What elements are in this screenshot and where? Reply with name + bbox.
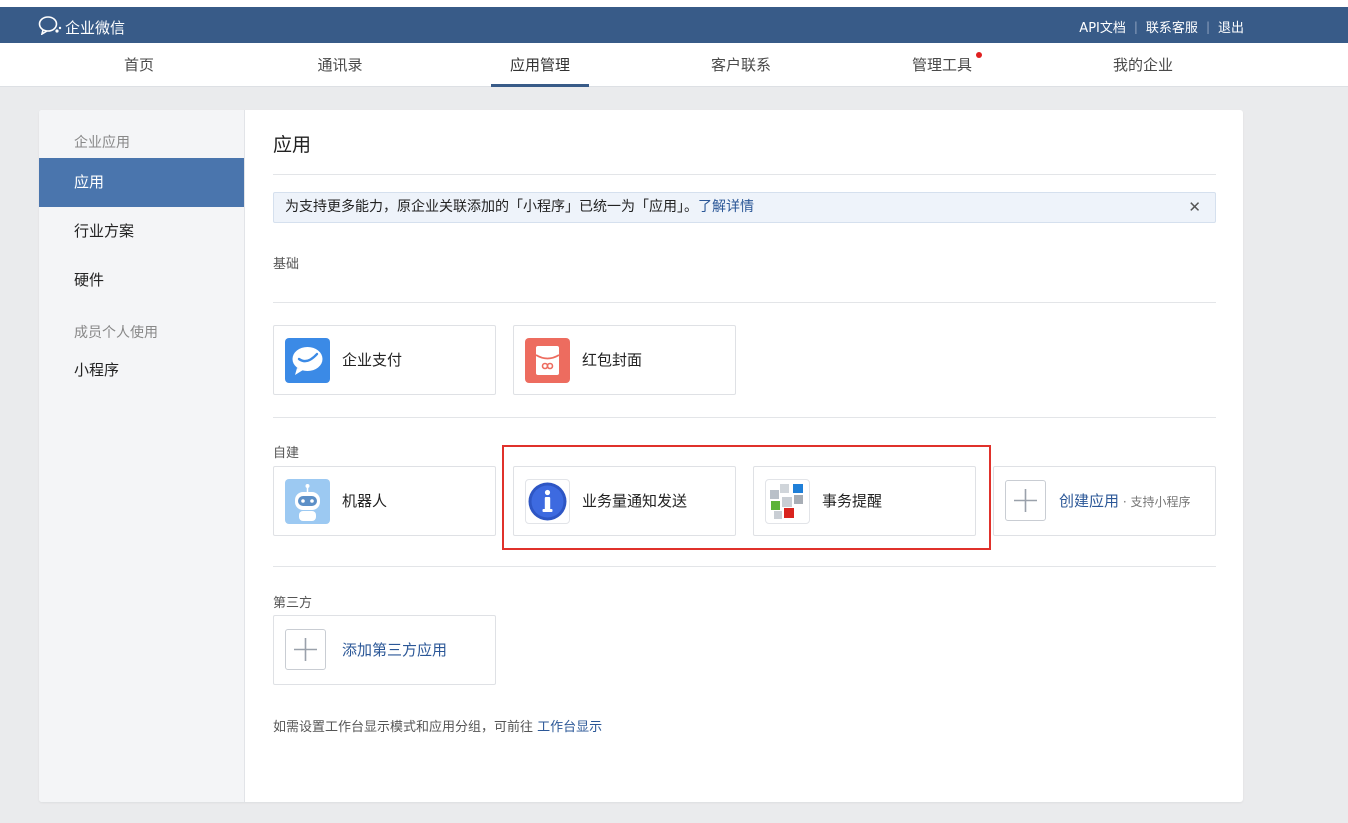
learn-more-link[interactable]: 了解详情 [698, 199, 754, 215]
app-business-volume-notification[interactable]: 业务量通知发送 [513, 466, 736, 536]
notice-banner: 为支持更多能力，原企业关联添加的「小程序」已统一为「应用」。了解详情 ✕ [273, 192, 1216, 223]
create-app-label: 创建应用 · 支持小程序 [1059, 467, 1190, 536]
app-red-packet-cover[interactable]: 红包封面 [513, 325, 736, 395]
plus-icon [1005, 480, 1046, 521]
wecom-logo-icon [38, 15, 65, 39]
add-third-party-label: 添加第三方应用 [342, 641, 448, 659]
notice-text: 为支持更多能力，原企业关联添加的「小程序」已统一为「应用」。 [285, 199, 698, 215]
divider [273, 302, 1216, 303]
divider [273, 417, 1216, 418]
logo[interactable]: 企业微信 [38, 15, 125, 39]
app-name: 机器人 [342, 492, 388, 510]
nav-my-enterprise[interactable]: 我的企业 [1094, 43, 1192, 87]
create-app-button[interactable]: 创建应用 · 支持小程序 [993, 466, 1216, 536]
divider: | [1133, 19, 1138, 34]
plus-icon [285, 629, 326, 670]
top-bar: 企业微信 API文档 | 联系客服 | 退出 [0, 7, 1348, 43]
app-name: 红包封面 [582, 351, 643, 369]
logout-link[interactable]: 退出 [1218, 17, 1244, 36]
enterprise-payment-icon [285, 338, 330, 383]
app-robot[interactable]: 机器人 [273, 466, 496, 536]
create-app-text: 创建应用 [1059, 492, 1120, 510]
workbench-display-link[interactable]: 工作台显示 [537, 720, 602, 735]
footer-text: 如需设置工作台显示模式和应用分组，可前往 [273, 720, 534, 735]
robot-icon [285, 479, 330, 524]
sidebar-group-personal-use: 成员个人使用 [74, 325, 158, 341]
top-strip [0, 0, 1348, 7]
nav-customer-contact[interactable]: 客户联系 [692, 43, 790, 87]
main-nav: 首页 通讯录 应用管理 客户联系 管理工具 我的企业 [0, 43, 1348, 87]
sidebar-item-apps[interactable]: 应用 [39, 158, 244, 207]
section-custom-label: 自建 [273, 446, 300, 461]
app-name: 业务量通知发送 [582, 492, 688, 510]
info-icon [525, 479, 570, 524]
section-third-party-label: 第三方 [273, 596, 313, 611]
divider: | [1205, 19, 1210, 34]
red-packet-icon [525, 338, 570, 383]
page-title: 应用 [273, 134, 312, 156]
sidebar-group-enterprise-apps: 企业应用 [74, 135, 130, 151]
divider [273, 174, 1216, 175]
sidebar-item-hardware[interactable]: 硬件 [39, 256, 244, 305]
divider [273, 566, 1216, 567]
nav-app-management[interactable]: 应用管理 [491, 43, 589, 87]
section-basic-label: 基础 [273, 257, 300, 272]
top-links: API文档 | 联系客服 | 退出 [1079, 17, 1244, 37]
api-docs-link[interactable]: API文档 [1079, 17, 1126, 36]
nav-contacts[interactable]: 通讯录 [302, 43, 378, 87]
contact-support-link[interactable]: 联系客服 [1146, 17, 1198, 36]
sidebar-item-industry-solutions[interactable]: 行业方案 [39, 207, 244, 256]
nav-management-tools[interactable]: 管理工具 [893, 43, 991, 87]
footer-note: 如需设置工作台显示模式和应用分组，可前往 工作台显示 [273, 716, 602, 735]
logo-text: 企业微信 [65, 18, 126, 37]
puzzle-cubes-icon [765, 479, 810, 524]
app-name: 企业支付 [342, 351, 403, 369]
app-name: 事务提醒 [822, 492, 883, 510]
sidebar: 企业应用 应用 行业方案 硬件 成员个人使用 小程序 [39, 110, 245, 802]
create-app-subtext: · 支持小程序 [1119, 495, 1191, 509]
app-task-reminder[interactable]: 事务提醒 [753, 466, 976, 536]
app-enterprise-payment[interactable]: 企业支付 [273, 325, 496, 395]
nav-home[interactable]: 首页 [105, 43, 173, 87]
add-third-party-app-button[interactable]: 添加第三方应用 [273, 615, 496, 685]
notification-dot [976, 52, 982, 58]
close-icon[interactable]: ✕ [1188, 193, 1201, 222]
sidebar-item-mini-program[interactable]: 小程序 [39, 346, 244, 395]
